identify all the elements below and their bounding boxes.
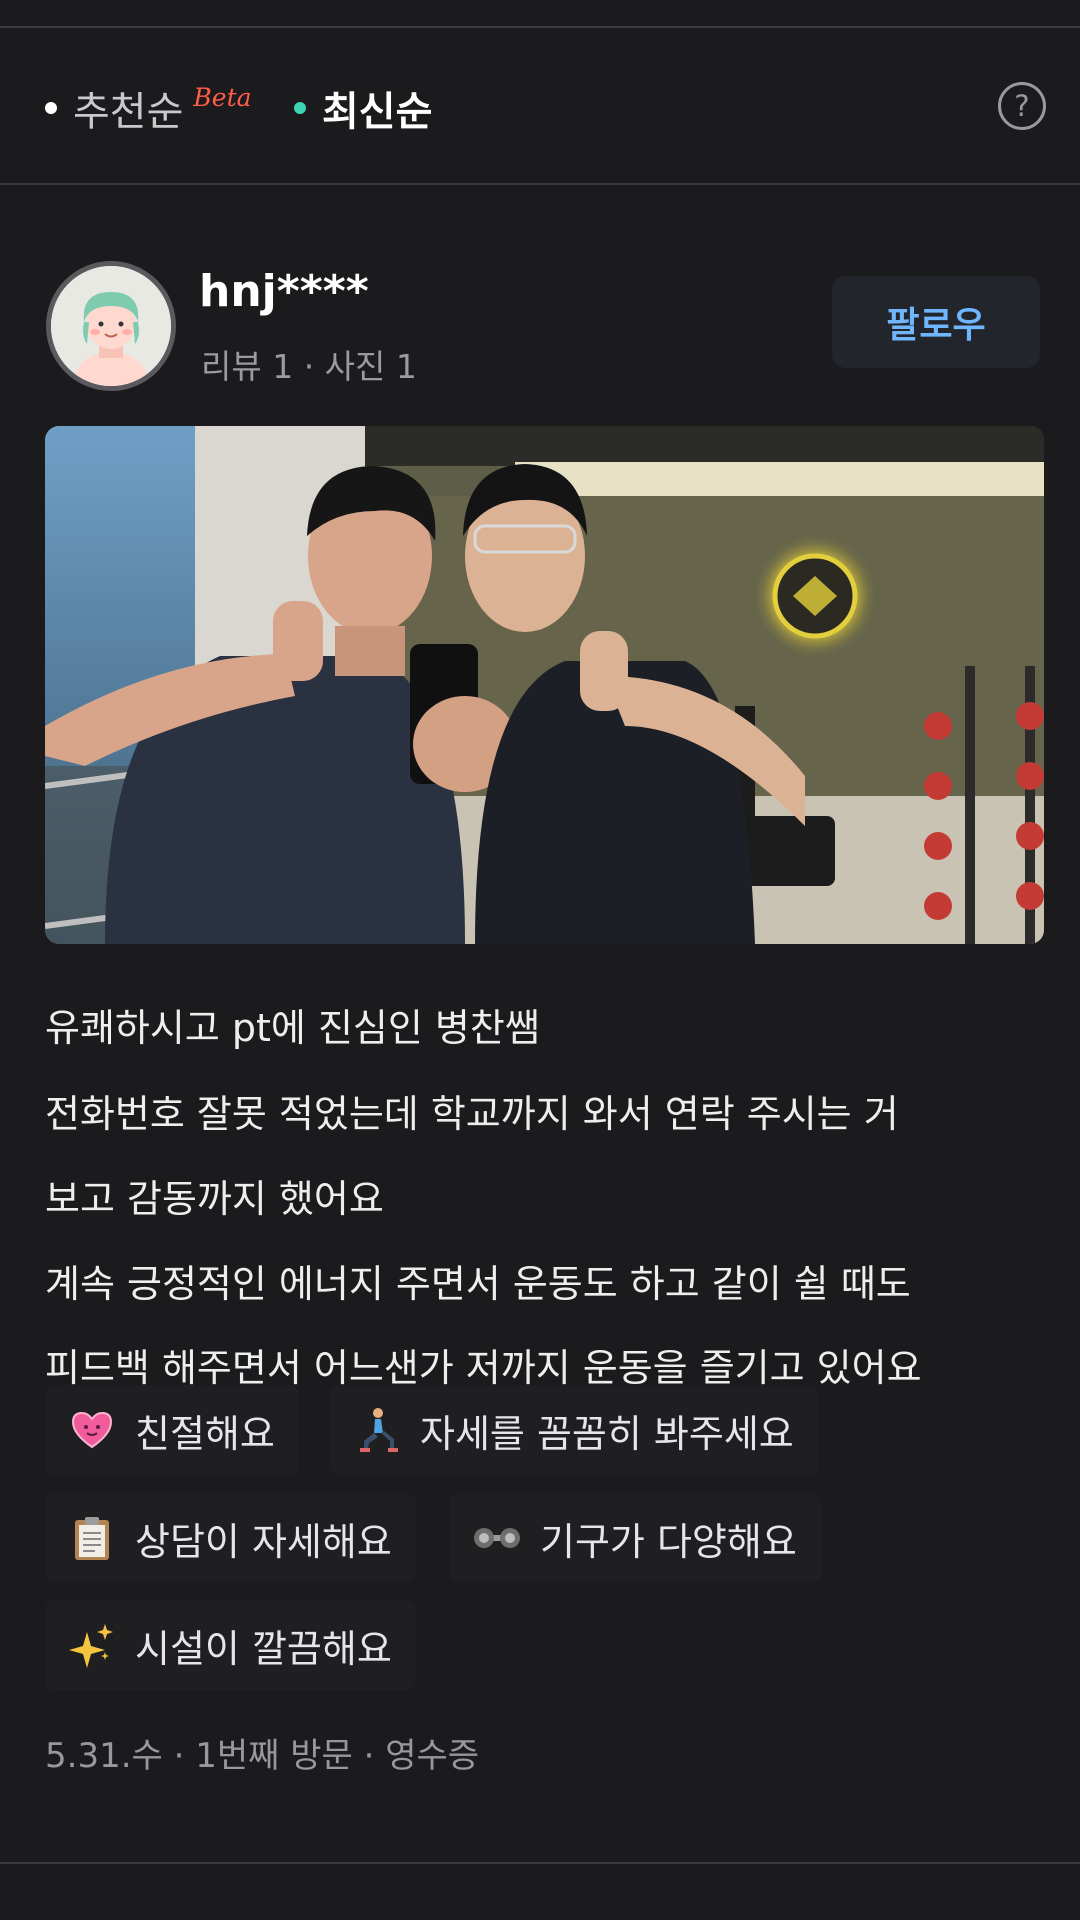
top-divider (0, 26, 1080, 28)
tag-chip: 시설이 깔끔해요 (45, 1600, 416, 1690)
gym-selfie-image (45, 426, 1044, 944)
sort-recommended-label: 추천순 (73, 89, 184, 135)
review-line: 보고 감동까지 했어요 (45, 1177, 384, 1221)
help-icon[interactable]: ? (998, 82, 1046, 130)
sparkles-icon (69, 1622, 115, 1668)
review-line: 유쾌하시고 pt에 진심인 병찬쌤 (45, 1006, 540, 1050)
tag-chip: 친절해요 (45, 1385, 299, 1475)
clipboard-icon (69, 1515, 115, 1561)
tag-label: 기구가 다양해요 (540, 1519, 797, 1564)
review-line: 전화번호 잘못 적었는데 학교까지 와서 연락 주시는 거 (45, 1092, 899, 1136)
sort-dot (45, 102, 57, 114)
tag-chip: 상담이 자세해요 (45, 1493, 416, 1583)
bottom-divider (0, 1862, 1080, 1864)
avatar[interactable] (46, 261, 176, 391)
review-photo[interactable] (45, 426, 1044, 944)
sort-dot (294, 102, 306, 114)
dumbbell-icon (474, 1515, 520, 1561)
sort-divider (0, 183, 1080, 185)
user-stats: 리뷰 1 · 사진 1 (201, 347, 417, 386)
follow-button[interactable]: 팔로우 (832, 276, 1040, 368)
visit-meta: 5.31.수 · 1번째 방문 · 영수증 (45, 1736, 480, 1776)
review-text: 유쾌하시고 pt에 진심인 병찬쌤 전화번호 잘못 적었는데 학교까지 와서 연… (45, 1000, 1045, 1397)
heart-icon (69, 1407, 115, 1453)
tag-label: 시설이 깔끔해요 (135, 1626, 392, 1671)
tag-label: 친절해요 (135, 1411, 275, 1456)
tag-chip: 자세를 꼼꼼히 봐주세요 (330, 1385, 818, 1475)
lunge-person-icon (354, 1407, 400, 1453)
beta-badge: Beta (193, 82, 252, 112)
review-line: 계속 긍정적인 에너지 주면서 운동도 하고 같이 쉴 때도 (45, 1262, 911, 1306)
avatar-illustration (51, 266, 171, 386)
sort-recommended[interactable]: 추천순 Beta (45, 79, 252, 137)
username[interactable]: hnj**** (199, 266, 369, 317)
tag-label: 자세를 꼼꼼히 봐주세요 (420, 1411, 794, 1456)
tag-label: 상담이 자세해요 (135, 1519, 392, 1564)
sort-bar: 추천순 Beta 최신순 (0, 30, 1080, 180)
sort-latest[interactable]: 최신순 (294, 79, 432, 137)
tag-chip: 기구가 다양해요 (450, 1493, 821, 1583)
sort-latest-label: 최신순 (322, 89, 433, 135)
